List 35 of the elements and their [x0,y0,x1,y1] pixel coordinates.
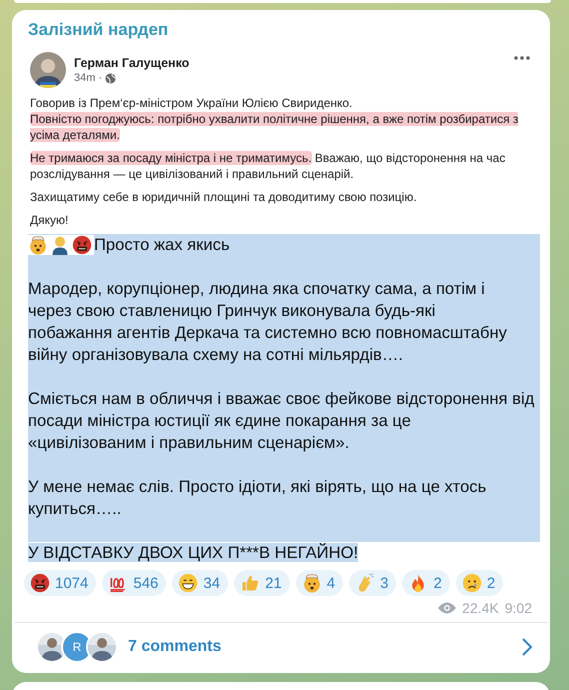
channel-title[interactable]: Залізний нардеп [12,20,550,46]
more-icon[interactable] [514,56,530,60]
post-paragraph: Говорив із Прем‘єр-міністром України Юлією Свириденко. Повністю погоджуюсь: потрібно ухвалити політичне рішення, а вже потім розбиратися з усіма деталями. [30,95,520,143]
bald-person-emoji-icon [50,235,70,255]
chevron-right-icon[interactable] [522,638,532,656]
grin-emoji-icon [178,573,198,593]
thumbs-up-emoji-icon [240,573,260,593]
post-paragraph: Захищатиму себе в юридичній площині та доводитиму свою позицію. [30,189,418,205]
post-paragraph: Не тримаюся за посаду міністра і не триматимусь. Вважаю, що відсторонення на час розслідування — це цивілізований і правильний сценарій. [30,150,506,182]
post-paragraph: Дякую! [30,212,70,228]
cry-emoji-icon [462,573,482,593]
avatar [30,52,66,88]
post-time: 34m · [74,72,102,84]
view-count: 22.4K [462,600,499,616]
reaction-button[interactable]: 546 [102,570,166,596]
author-name[interactable]: Герман Галущенко [74,56,190,70]
cursing-emoji-icon [30,573,50,593]
reaction-button[interactable]: 3 [349,570,396,596]
reaction-button[interactable]: 1074 [24,570,96,596]
reaction-button[interactable]: 2 [456,570,504,596]
message-paragraph: Просто жах якись [94,234,230,256]
message-paragraph: Сміється нам в обличчя і вважає своє фейкове відсторонення від посади міністра юстиції як єдине покарання за це «цивілізованим і правильним сценарієм». [28,388,536,454]
reaction-button[interactable]: 2 [402,570,450,596]
reaction-button[interactable]: 21 [234,570,290,596]
eye-icon [438,602,456,614]
reaction-button[interactable]: 4 [296,570,344,596]
message-paragraph: У ВІДСТАВКУ ДВОХ ЦИХ П***В НЕГАЙНО! [28,543,358,562]
message-paragraph: Мародер, корупціонер, людина яка спочатку сама, а потім і через свою ставленицю Гринчук виконувала будь-які побажання агентів Деркача та системно всю повномасштабну війну організовувала схему на сотні мільярдів…. [28,278,508,366]
mind-blown-emoji-icon [302,573,322,593]
mind-blown-emoji-icon [28,235,48,255]
comments-link[interactable]: 7 comments [128,638,222,656]
message-paragraph: У мене немає слів. Просто ідіоти, які вірять, що на це хтось купиться….. [28,476,488,520]
globe-icon [105,72,116,84]
reaction-button[interactable]: 34 [172,570,228,596]
message-time: 9:02 [504,600,532,616]
